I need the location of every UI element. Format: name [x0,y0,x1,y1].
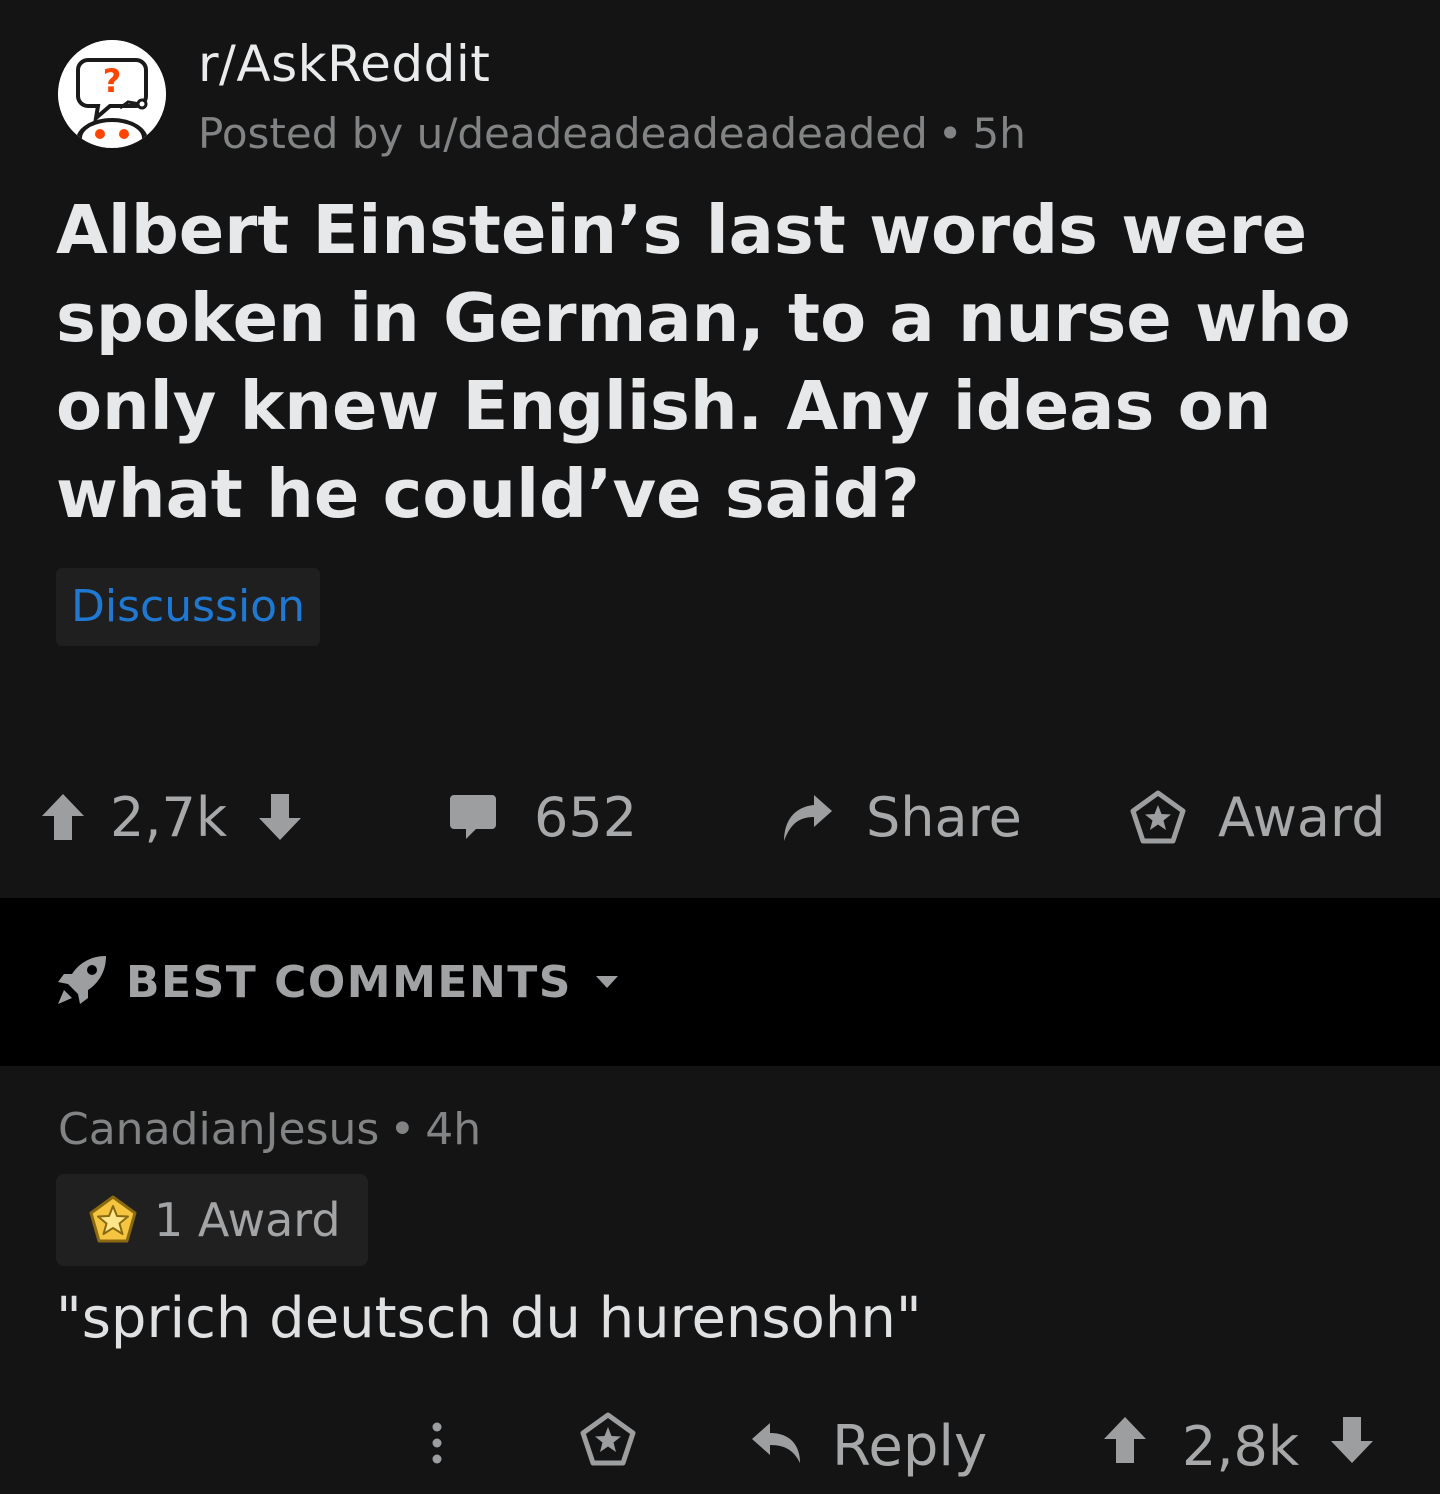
award-pentagon-icon [1130,790,1186,844]
reply-button[interactable]: Reply [750,1406,987,1486]
subreddit-name[interactable]: r/AskReddit [198,34,490,94]
upvote-arrow-icon[interactable] [40,792,86,842]
comment-meta: CanadianJesus • 4h [58,1102,481,1158]
comments-button[interactable]: 652 [448,770,637,864]
share-label: Share [866,785,1022,849]
comment-action-bar: Reply 2,8k [0,1406,1440,1486]
downvote-arrow-icon[interactable] [1329,1414,1375,1479]
comment-count: 652 [534,785,638,849]
award-button[interactable]: Award [1130,770,1386,864]
meta-separator: • [937,109,963,158]
meta-separator: • [389,1104,416,1155]
comment-age: 4h [425,1104,482,1155]
comment-vote-count: 2,8k [1182,1414,1300,1478]
post-meta: Posted by u/deadeadeadeadeaded • 5h [198,108,1026,160]
post-vote-count: 2,7k [110,785,228,849]
comment-award-button[interactable] [580,1406,636,1486]
comment-sort-bar: BEST COMMENTS [0,898,1440,1066]
comment-awards-chip[interactable]: 1 Award [56,1174,368,1266]
post-action-bar: 2,7k 652 Share Award [0,770,1440,864]
gold-award-icon [88,1195,138,1245]
upvote-arrow-icon[interactable] [1102,1414,1148,1479]
reply-arrow-icon [750,1414,802,1479]
awards-count-label: 1 Award [154,1193,341,1247]
sort-dropdown[interactable]: BEST COMMENTS [56,952,620,1012]
post-author[interactable]: u/deadeadeadeadeaded [417,109,928,158]
reply-label: Reply [832,1413,988,1479]
post-vote-group: 2,7k [40,770,303,864]
comment-body: "sprich deutsch du hurensohn" [56,1286,922,1351]
post-card: ? r/AskReddit Posted by u/deadeadeadeade… [0,0,1440,898]
post-flair[interactable]: Discussion [56,568,320,646]
vertical-ellipsis-icon [424,1414,450,1479]
post-title[interactable]: Albert Einstein’s last words were spoken… [56,186,1396,538]
share-button[interactable]: Share [780,770,1022,864]
award-pentagon-icon [580,1412,636,1480]
share-arrow-icon [780,791,834,843]
award-label: Award [1218,785,1386,849]
downvote-arrow-icon[interactable] [257,792,303,842]
rocket-icon [56,954,108,1010]
comment-vote-group: 2,8k [1102,1406,1375,1486]
subreddit-avatar-icon[interactable]: ? [58,40,166,148]
comment-bubble-icon [448,793,498,841]
post-age: 5h [972,109,1026,158]
comment-author[interactable]: CanadianJesus [58,1104,379,1155]
comment-card: CanadianJesus • 4h 1 Award "sprich deutsch… [0,1066,1440,1494]
more-options-button[interactable] [424,1406,450,1486]
posted-by-label: Posted by [198,109,404,158]
svg-text:?: ? [103,62,122,100]
sort-label: BEST COMMENTS [126,956,572,1008]
chevron-down-icon [594,974,620,990]
